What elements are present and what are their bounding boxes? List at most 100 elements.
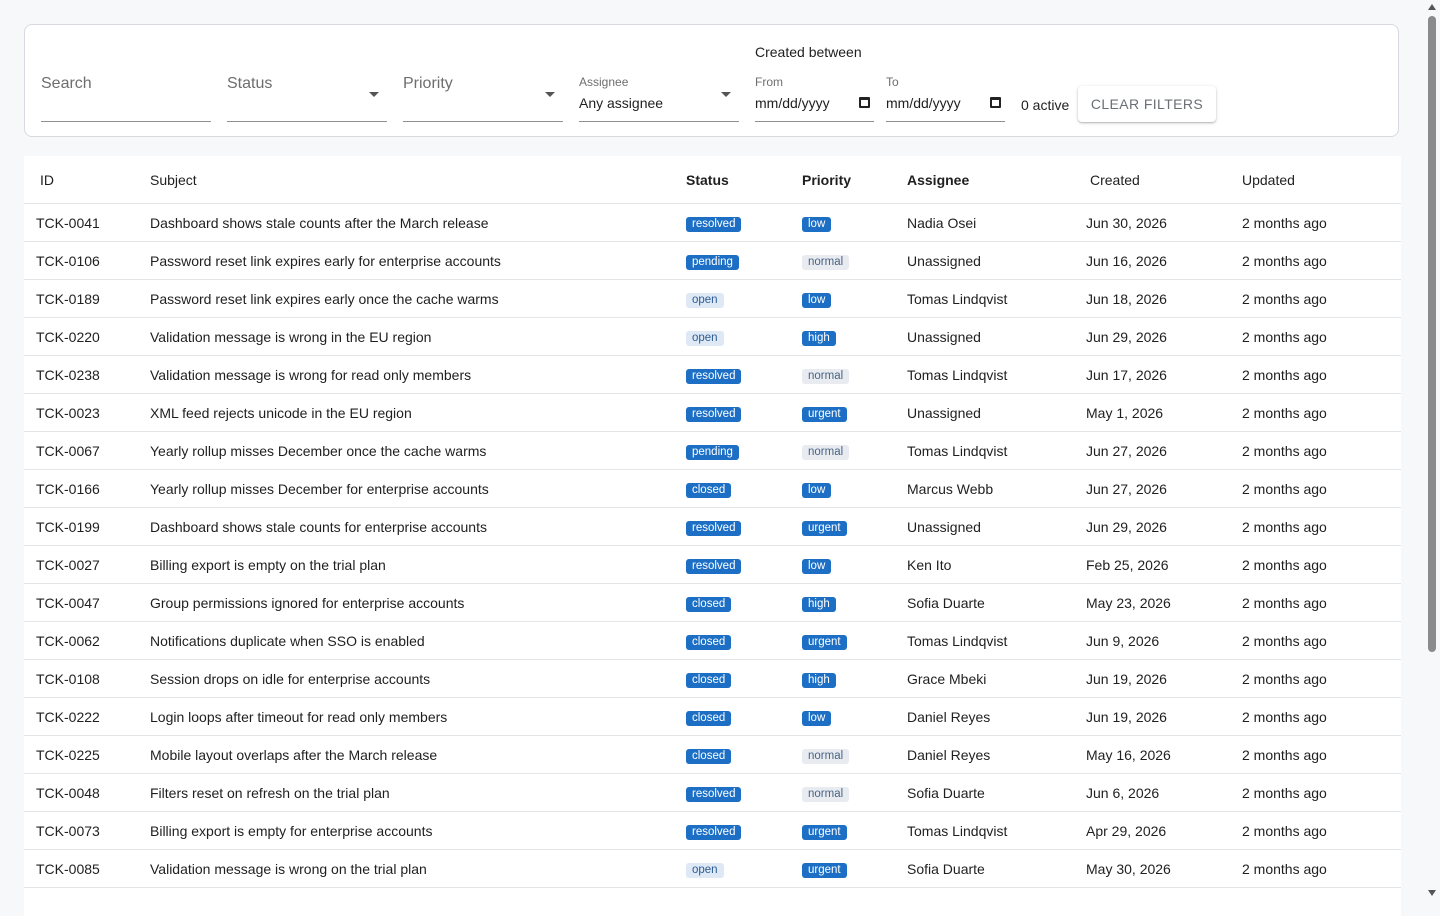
table-row[interactable]: TCK-0166 Yearly rollup misses December fo… <box>24 469 1401 508</box>
subject-cell: Yearly rollup misses December for enterp… <box>150 469 686 508</box>
created-cell: Jun 29, 2026 <box>1086 317 1242 356</box>
status-badge: closed <box>686 596 732 612</box>
ticket-id-cell: TCK-0027 <box>24 545 150 584</box>
created-cell: Jun 16, 2026 <box>1086 241 1242 280</box>
column-header-subject[interactable]: Subject <box>150 156 686 204</box>
search-input[interactable]: Search <box>41 25 211 122</box>
assignee-cell: Unassigned <box>907 393 1086 432</box>
status-cell: resolved <box>686 393 802 432</box>
table-row[interactable]: TCK-0189 Password reset link expires earl… <box>24 279 1401 318</box>
table-row[interactable]: TCK-0062 Notifications duplicate when SSO… <box>24 621 1401 660</box>
assignee-cell: Grace Mbeki <box>907 659 1086 698</box>
status-cell: closed <box>686 469 802 508</box>
calendar-icon[interactable] <box>859 97 870 108</box>
priority-cell: low <box>802 469 907 508</box>
status-cell: pending <box>686 241 802 280</box>
priority-cell: normal <box>802 355 907 394</box>
updated-cell: 2 months ago <box>1242 279 1401 318</box>
ticket-id-cell: TCK-0062 <box>24 621 150 660</box>
ticket-id-cell: TCK-0220 <box>24 317 150 356</box>
created-cell: Jun 27, 2026 <box>1086 431 1242 470</box>
assignee-cell: Sofia Duarte <box>907 583 1086 622</box>
table-row[interactable]: TCK-0023 XML feed rejects unicode in the … <box>24 393 1401 432</box>
assignee-cell: Daniel Reyes <box>907 697 1086 736</box>
table-row[interactable]: TCK-0238 Validation message is wrong for … <box>24 355 1401 394</box>
column-header-priority[interactable]: Priority <box>802 156 907 204</box>
column-header-assignee[interactable]: Assignee <box>907 156 1086 204</box>
from-date-input[interactable]: From mm/dd/yyyy <box>755 25 874 122</box>
subject-cell: Dashboard shows stale counts after the M… <box>150 203 686 242</box>
table-row[interactable]: TCK-0085 Validation message is wrong on t… <box>24 849 1401 888</box>
scroll-up-arrow-icon[interactable] <box>1428 4 1436 10</box>
assignee-label: Assignee <box>579 75 629 89</box>
chevron-down-icon <box>369 92 379 97</box>
priority-select[interactable]: Priority <box>403 25 563 122</box>
priority-badge: low <box>802 292 832 308</box>
status-badge: closed <box>686 748 732 764</box>
calendar-icon[interactable] <box>990 97 1001 108</box>
priority-cell: high <box>802 317 907 356</box>
clear-filters-button[interactable]: Clear filters <box>1078 86 1216 122</box>
table-row[interactable]: TCK-0222 Login loops after timeout for re… <box>24 697 1401 736</box>
updated-cell: 2 months ago <box>1242 203 1401 242</box>
table-row[interactable]: TCK-0048 Filters reset on refresh on the … <box>24 773 1401 812</box>
table-row[interactable]: TCK-0073 Billing export is empty for ente… <box>24 811 1401 850</box>
table-row[interactable]: TCK-0220 Validation message is wrong in t… <box>24 317 1401 356</box>
priority-badge: urgent <box>802 406 847 422</box>
table-row[interactable]: TCK-0225 Mobile layout overlaps after the… <box>24 735 1401 774</box>
scroll-down-arrow-icon[interactable] <box>1428 890 1436 896</box>
ticket-id-cell: TCK-0073 <box>24 811 150 850</box>
status-badge: closed <box>686 710 732 726</box>
status-badge: resolved <box>686 786 742 802</box>
table-row[interactable]: TCK-0067 Yearly rollup misses December on… <box>24 431 1401 470</box>
table-row[interactable]: TCK-0199 Dashboard shows stale counts for… <box>24 507 1401 546</box>
column-header-created[interactable]: Created <box>1086 156 1242 204</box>
priority-badge: urgent <box>802 824 847 840</box>
status-badge: open <box>686 862 724 878</box>
filter-panel: Search Status Priority Assignee Any assi… <box>24 24 1399 137</box>
table-row[interactable]: TCK-0106 Password reset link expires earl… <box>24 241 1401 280</box>
to-label: To <box>886 75 899 89</box>
updated-cell: 2 months ago <box>1242 811 1401 850</box>
column-header-updated[interactable]: Updated <box>1242 156 1401 204</box>
table-row[interactable]: TCK-0041 Dashboard shows stale counts aft… <box>24 203 1401 242</box>
priority-badge: normal <box>802 786 850 802</box>
created-cell: Jun 6, 2026 <box>1086 773 1242 812</box>
status-cell: resolved <box>686 507 802 546</box>
status-cell: resolved <box>686 545 802 584</box>
assignee-select[interactable]: Assignee Any assignee <box>579 25 739 122</box>
ticket-id-cell: TCK-0023 <box>24 393 150 432</box>
updated-cell: 2 months ago <box>1242 317 1401 356</box>
column-header-status[interactable]: Status <box>686 156 802 204</box>
table-row[interactable]: TCK-0047 Group permissions ignored for en… <box>24 583 1401 622</box>
created-cell: May 23, 2026 <box>1086 583 1242 622</box>
assignee-cell: Tomas Lindqvist <box>907 431 1086 470</box>
table-row[interactable]: TCK-0027 Billing export is empty on the t… <box>24 545 1401 584</box>
status-badge: open <box>686 292 724 308</box>
assignee-cell: Tomas Lindqvist <box>907 811 1086 850</box>
priority-badge: high <box>802 596 836 612</box>
priority-cell: urgent <box>802 811 907 850</box>
ticket-id-cell: TCK-0222 <box>24 697 150 736</box>
status-badge: resolved <box>686 368 742 384</box>
scroll-thumb[interactable] <box>1428 16 1436 652</box>
created-cell: May 30, 2026 <box>1086 849 1242 888</box>
status-select[interactable]: Status <box>227 25 387 122</box>
status-cell: open <box>686 849 802 888</box>
created-cell: Jun 9, 2026 <box>1086 621 1242 660</box>
column-header-id[interactable]: ID <box>24 156 150 204</box>
status-cell: closed <box>686 697 802 736</box>
vertical-scrollbar[interactable] <box>1425 0 1440 900</box>
status-badge: resolved <box>686 824 742 840</box>
to-date-input[interactable]: To mm/dd/yyyy <box>886 25 1005 122</box>
status-cell: closed <box>686 659 802 698</box>
priority-cell: low <box>802 697 907 736</box>
priority-cell: low <box>802 545 907 584</box>
ticket-id-cell: TCK-0238 <box>24 355 150 394</box>
ticket-id-cell: TCK-0199 <box>24 507 150 546</box>
status-cell: resolved <box>686 811 802 850</box>
priority-badge: high <box>802 330 836 346</box>
updated-cell: 2 months ago <box>1242 659 1401 698</box>
from-label: From <box>755 75 783 89</box>
table-row[interactable]: TCK-0108 Session drops on idle for enterp… <box>24 659 1401 698</box>
